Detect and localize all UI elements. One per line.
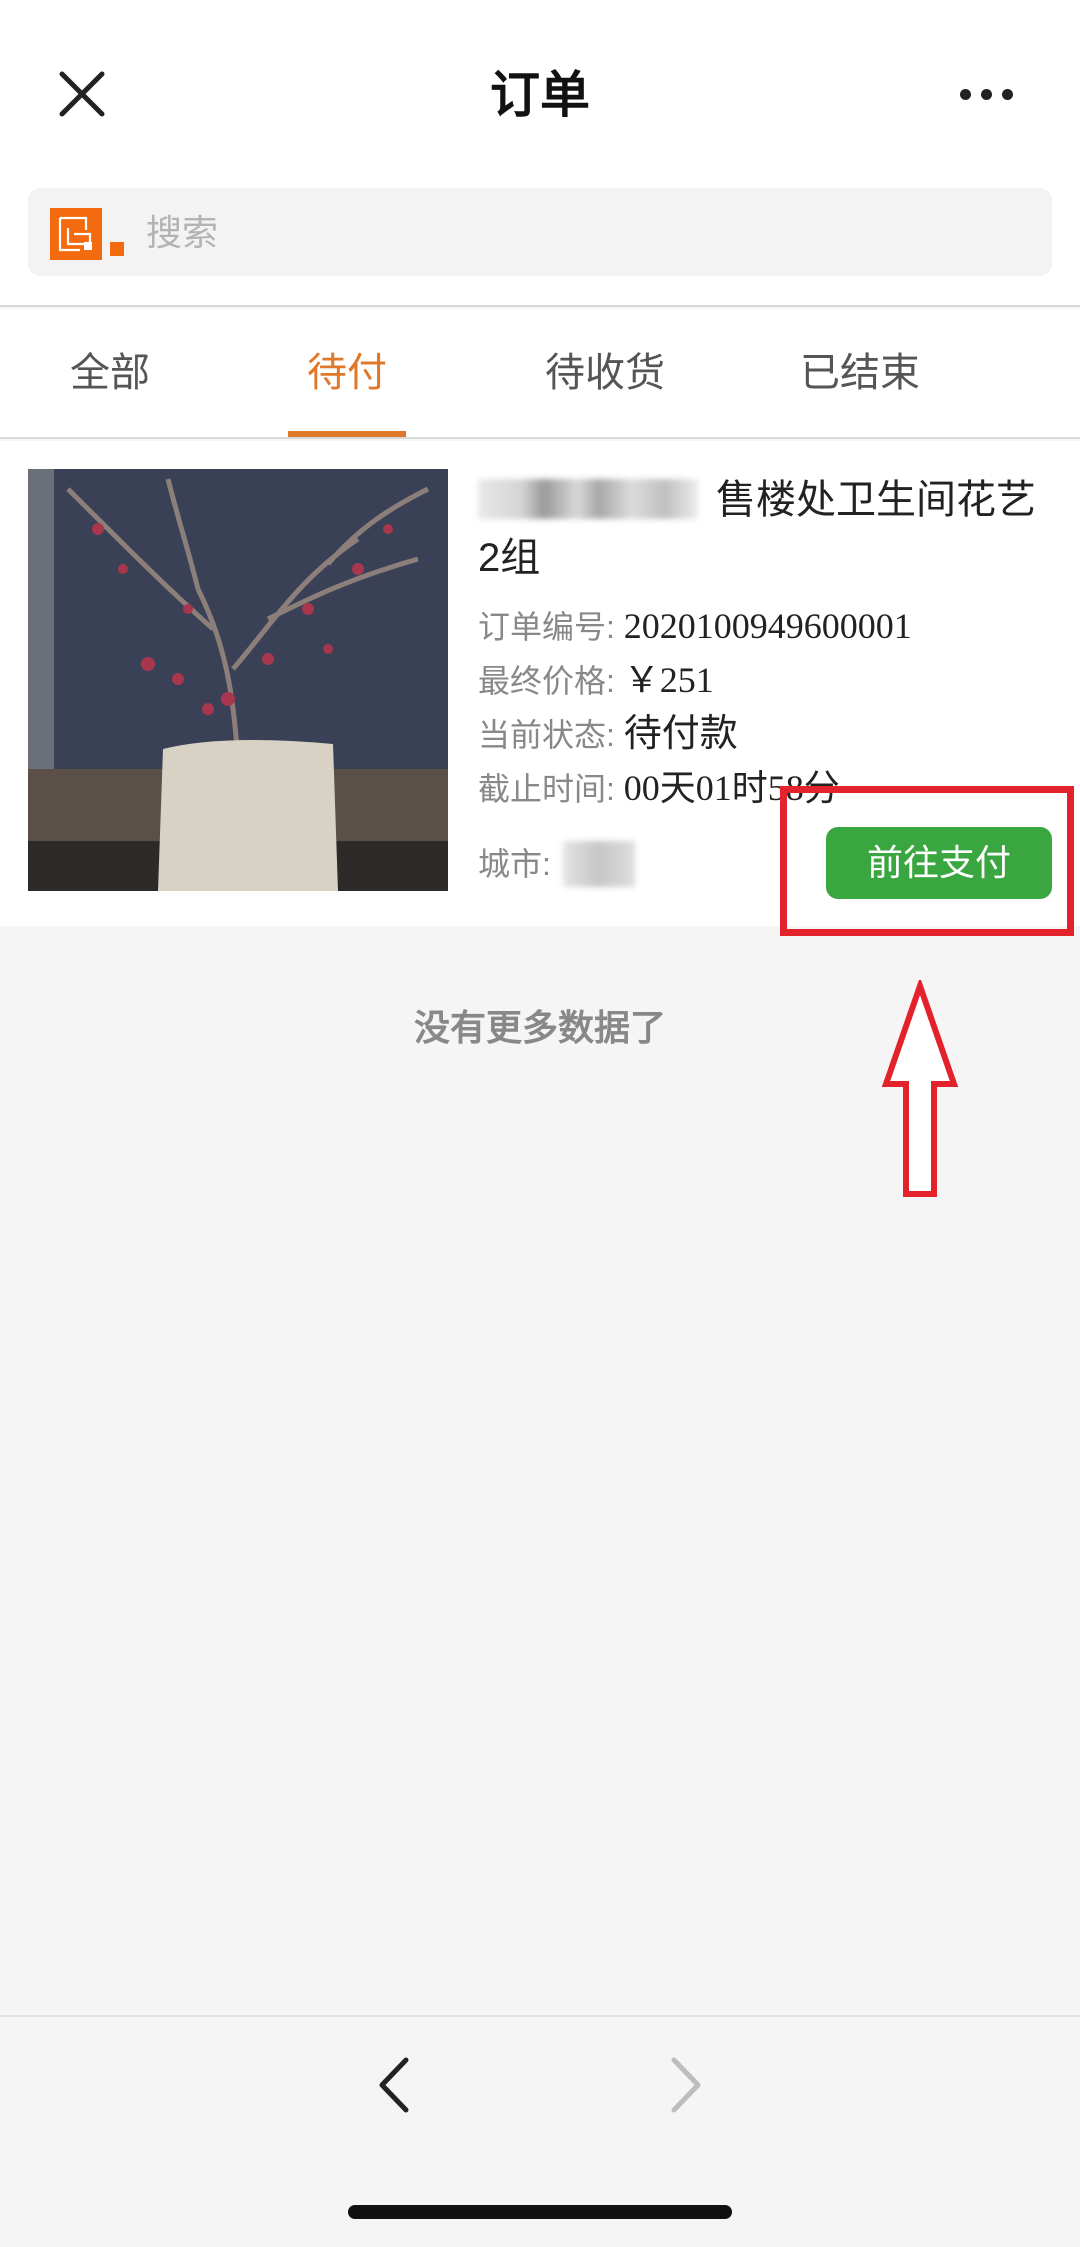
more-icon: [981, 89, 992, 100]
order-number-value: 2020100949600001: [623, 606, 912, 646]
tab-label: 已结束: [800, 351, 920, 395]
chevron-right-icon: [671, 2057, 701, 2113]
order-number-row: 订单编号: 2020100949600001: [478, 601, 912, 652]
status-value: 待付款: [623, 713, 738, 755]
product-image: [28, 469, 448, 891]
annotation-highlight-box: [780, 786, 1074, 936]
no-more-data-text: 没有更多数据了: [413, 1007, 666, 1048]
active-tab-indicator: [288, 431, 406, 437]
tab-all[interactable]: 全部: [40, 309, 180, 437]
tab-label: 全部: [70, 351, 150, 395]
final-price-value: ￥251: [623, 660, 714, 700]
search-placeholder: 搜索: [146, 212, 219, 253]
city-row: 城市:: [478, 839, 635, 889]
tab-finished[interactable]: 已结束: [795, 309, 925, 437]
home-indicator[interactable]: [348, 2205, 732, 2219]
field-label: 最终价格:: [478, 663, 615, 699]
chevron-left-icon: [379, 2057, 409, 2113]
tab-label: 待收货: [545, 351, 665, 395]
page-title: 订单: [490, 67, 590, 123]
more-icon: [1002, 89, 1013, 100]
redacted-city: [562, 841, 635, 887]
more-icon: [960, 89, 971, 100]
redacted-text: [478, 479, 698, 519]
field-label: 城市:: [478, 846, 551, 882]
tab-pending-payment[interactable]: 待付款: [288, 309, 406, 523]
orange-brand-logo-icon: [50, 208, 124, 260]
search-input[interactable]: 搜索: [28, 188, 1052, 276]
field-label: 截止时间:: [478, 771, 615, 807]
top-header: 订单 搜索: [0, 0, 1080, 307]
back-button[interactable]: [370, 2050, 420, 2120]
order-title: 售楼处卫生间花艺2组: [478, 471, 1048, 587]
more-button[interactable]: [960, 80, 1030, 110]
field-label: 订单编号:: [478, 609, 615, 645]
field-label: 当前状态:: [478, 717, 615, 753]
divider: [0, 2015, 1080, 2017]
status-row: 当前状态: 待付款: [478, 709, 738, 760]
final-price-row: 最终价格: ￥251: [478, 655, 714, 706]
tab-pending-receipt[interactable]: 待收货: [540, 309, 670, 437]
order-tabs: 全部 待付款 待收货 已结束: [0, 309, 1080, 523]
forward-button[interactable]: [660, 2050, 710, 2120]
